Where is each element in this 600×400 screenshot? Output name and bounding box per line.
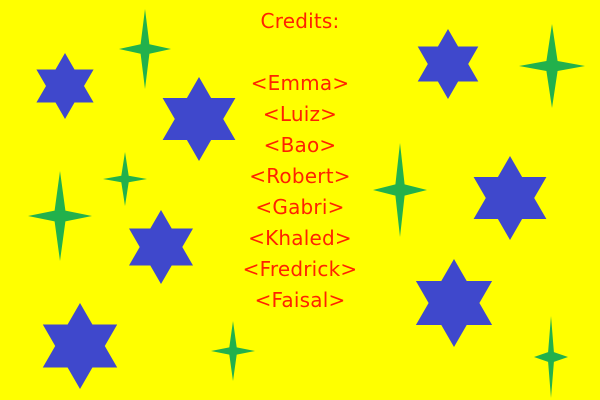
credit-name-1: <Emma> [250, 71, 350, 95]
credit-name-5: <Gabri> [255, 195, 345, 219]
credit-name-4: <Robert> [249, 164, 351, 188]
credits-panel: Credits: <Emma> <Luiz> <Bao> <Robert> <G… [200, 6, 400, 316]
credit-name-7: <Fredrick> [242, 257, 358, 281]
credit-name-3: <Bao> [263, 133, 337, 157]
credit-name-8: <Faisal> [254, 288, 346, 312]
credit-name-6: <Khaled> [248, 226, 352, 250]
credits-title: Credits: [260, 9, 340, 33]
credit-name-2: <Luiz> [262, 102, 338, 126]
credits-spacer [200, 37, 400, 68]
